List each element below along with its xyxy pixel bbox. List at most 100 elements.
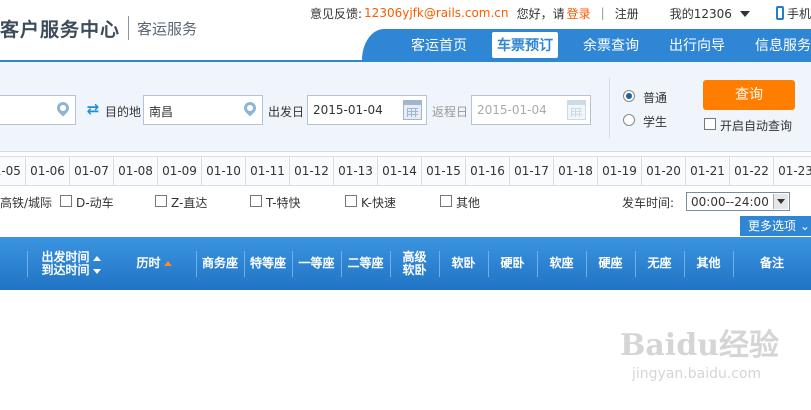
more-options-button[interactable]: 更多选项 ⌄ [740, 216, 811, 236]
depart-date-input[interactable]: 2015-01-04 [307, 95, 427, 125]
calendar-icon[interactable] [567, 100, 586, 120]
nav-info-service[interactable]: 信息服务 [750, 32, 811, 58]
col-soft-seat: 软座 [549, 256, 574, 270]
to-station-label: 目的地 [105, 105, 142, 119]
mobile-phone-icon[interactable] [775, 6, 784, 20]
filter-t-label: T-特快 [266, 196, 301, 210]
date-tab[interactable]: 01-13 [334, 157, 378, 185]
query-divider [609, 78, 610, 138]
filter-k-label: K-快速 [361, 196, 396, 210]
calendar-icon[interactable] [403, 100, 422, 120]
chevron-down-icon[interactable] [773, 194, 788, 209]
filter-other-label: 其他 [456, 196, 481, 210]
nav-travel-guide[interactable]: 出行向导 [664, 32, 730, 58]
sort-up-icon[interactable] [163, 261, 172, 266]
ticket-type-normal-radio[interactable] [623, 90, 635, 102]
col-hard-sleeper: 硬卧 [500, 256, 525, 270]
date-tab[interactable]: 01-11 [246, 157, 290, 185]
col-arrive-time[interactable]: 到达时间 [41, 263, 101, 277]
chevron-down-icon [739, 11, 750, 17]
filter-k-checkbox[interactable] [345, 195, 357, 207]
col-time[interactable]: 出发时间 到达时间 [30, 237, 112, 290]
to-station-input[interactable]: 南昌 [143, 95, 263, 125]
filter-t-checkbox[interactable] [250, 195, 262, 207]
results-table-header: 出发时间 到达时间 历时 商务座 特等座 一等座 二等座 高级 软卧 软卧 硬卧… [0, 237, 811, 290]
date-tab[interactable]: 01-07 [70, 157, 114, 185]
more-options-label: 更多选项 [748, 219, 797, 233]
brand-title: 客户服务中心 [0, 18, 121, 41]
link-divider: | [600, 6, 605, 20]
chevron-down-icon: ⌄ [799, 219, 810, 233]
filter-d-checkbox[interactable] [60, 195, 72, 207]
nav-home[interactable]: 客运首页 [406, 32, 472, 58]
date-tab[interactable]: 01-23 [774, 157, 811, 185]
date-tab[interactable]: 01-19 [598, 157, 642, 185]
filter-gaotie-label: 高铁/城际 [0, 196, 53, 210]
location-pin-icon[interactable] [241, 99, 259, 117]
date-tab[interactable]: 01-18 [554, 157, 598, 185]
col-soft-sleeper: 软卧 [451, 256, 476, 270]
mobile-link[interactable]: 手机 [787, 5, 811, 22]
col-deluxe-line2: 软卧 [402, 262, 427, 277]
col-no-seat: 无座 [647, 256, 672, 270]
date-tab[interactable]: 01-05 [0, 157, 26, 185]
date-tab[interactable]: 01-15 [422, 157, 466, 185]
nav-remaining-tickets[interactable]: 余票查询 [578, 32, 644, 58]
filter-z-checkbox[interactable] [155, 195, 167, 207]
date-tab[interactable]: 01-22 [730, 157, 774, 185]
ticket-type-student-label: 学生 [643, 115, 668, 129]
col-premium: 特等座 [249, 256, 286, 270]
watermark-logo-text: Baidu经验 [620, 328, 779, 363]
login-link[interactable]: 登录 [567, 5, 591, 22]
sort-up-icon[interactable] [92, 255, 101, 261]
col-other: 其他 [696, 256, 721, 270]
main-nav: 客运首页 车票预订 余票查询 出行向导 信息服务 [362, 29, 811, 60]
date-tab[interactable]: 01-09 [158, 157, 202, 185]
feedback-email-link[interactable]: 12306yjfk@rails.com.cn [364, 6, 508, 20]
date-tab[interactable]: 01-08 [114, 157, 158, 185]
swap-stations-icon[interactable]: ⇄ [84, 101, 102, 117]
return-date-value: 2015-01-04 [477, 103, 547, 117]
nav-ticket-booking[interactable]: 车票预订 [492, 31, 558, 58]
col-first-class: 一等座 [298, 256, 335, 270]
filter-other-checkbox[interactable] [440, 195, 452, 207]
date-tab[interactable]: 01-20 [642, 157, 686, 185]
col-duration[interactable]: 历时 [112, 237, 196, 290]
date-tab[interactable]: 01-12 [290, 157, 334, 185]
location-pin-icon[interactable] [54, 99, 72, 117]
search-button[interactable]: 查询 [703, 80, 795, 110]
from-station-input[interactable] [0, 95, 76, 125]
date-tab[interactable]: 01-17 [510, 157, 554, 185]
baidu-jingyan-watermark: Baidu经验 jingyan.baidu.com [620, 320, 779, 382]
depart-date-value: 2015-01-04 [313, 103, 383, 117]
date-tab[interactable]: 01-10 [202, 157, 246, 185]
col-hard-seat: 硬座 [598, 256, 623, 270]
sort-down-icon[interactable] [92, 268, 101, 274]
date-tab[interactable]: 01-14 [378, 157, 422, 185]
filter-d-label: D-动车 [76, 196, 114, 210]
greeting-text: 您好，请 [516, 6, 565, 21]
top-utility-bar: 意见反馈: 12306yjfk@rails.com.cn 您好，请 登录 | 注… [310, 4, 811, 22]
date-tabs: 01-05 01-06 01-07 01-08 01-09 01-10 01-1… [0, 156, 811, 186]
brand-divider [128, 16, 130, 40]
return-date-input[interactable]: 2015-01-04 [471, 95, 591, 125]
col-second-class: 二等座 [347, 256, 384, 270]
col-business: 商务座 [201, 256, 238, 270]
feedback-label: 意见反馈: [310, 6, 363, 21]
ticket-type-student-radio[interactable] [623, 114, 635, 126]
column-divider [27, 251, 28, 277]
to-station-value: 南昌 [149, 105, 174, 119]
date-tab[interactable]: 01-21 [686, 157, 730, 185]
depart-time-label: 发车时间: [622, 196, 675, 210]
my12306-menu[interactable]: 我的12306 [670, 5, 750, 22]
date-tab[interactable]: 01-06 [26, 157, 70, 185]
filter-z-label: Z-直达 [171, 196, 208, 210]
depart-time-select[interactable]: 00:00--24:00 [686, 192, 790, 211]
register-link[interactable]: 注册 [615, 5, 639, 22]
col-deluxe-line1: 高级 [402, 249, 427, 264]
depart-date-label: 出发日 [268, 105, 305, 119]
my12306-label: 我的12306 [669, 6, 732, 21]
auto-query-checkbox[interactable] [704, 118, 716, 130]
site-brand[interactable]: 客户服务中心 客运服务 [0, 14, 197, 42]
date-tab[interactable]: 01-16 [466, 157, 510, 185]
